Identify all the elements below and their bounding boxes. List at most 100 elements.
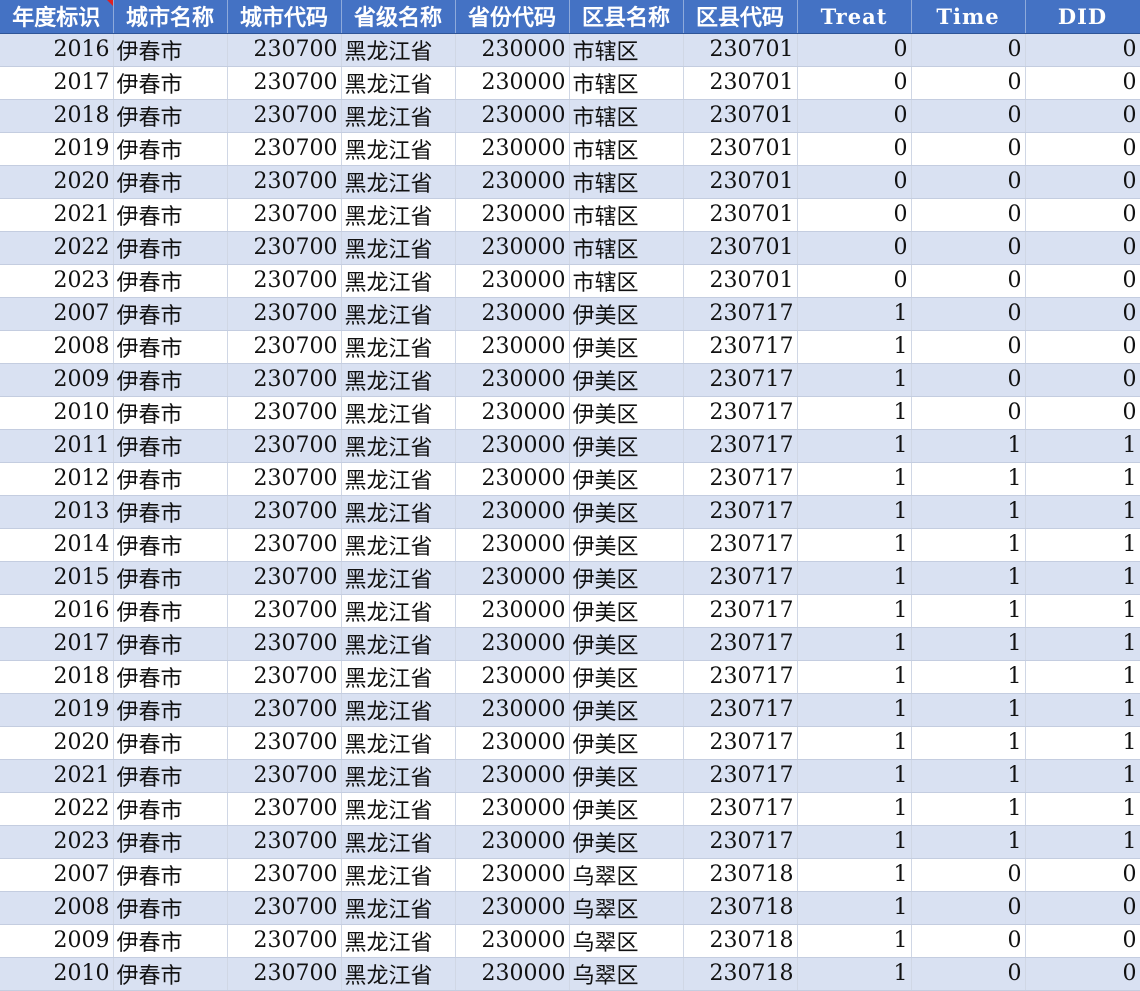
city-code-cell[interactable]: 230700 [227, 66, 342, 100]
treat-cell[interactable]: 0 [797, 165, 912, 199]
city-name-cell[interactable]: 伊春市 [113, 858, 228, 892]
district-code-cell[interactable]: 230718 [683, 924, 798, 958]
treat-cell[interactable]: 1 [797, 594, 912, 628]
did-cell[interactable]: 1 [1025, 693, 1140, 727]
city-code-cell[interactable]: 230700 [227, 198, 342, 232]
province-name-cell[interactable]: 黑龙江省 [341, 660, 456, 694]
year-cell[interactable]: 2023 [0, 264, 114, 298]
did-cell[interactable]: 0 [1025, 858, 1140, 892]
did-cell[interactable]: 0 [1025, 264, 1140, 298]
city-name-cell[interactable]: 伊春市 [113, 495, 228, 529]
district-name-cell[interactable]: 市辖区 [569, 264, 684, 298]
city-code-cell[interactable]: 230700 [227, 924, 342, 958]
province-name-cell[interactable]: 黑龙江省 [341, 462, 456, 496]
year-cell[interactable]: 2022 [0, 792, 114, 826]
year-cell[interactable]: 2021 [0, 198, 114, 232]
city-code-cell[interactable]: 230700 [227, 693, 342, 727]
city-code-cell[interactable]: 230700 [227, 594, 342, 628]
year-cell[interactable]: 2007 [0, 858, 114, 892]
province-name-cell[interactable]: 黑龙江省 [341, 726, 456, 760]
time-cell[interactable]: 1 [911, 594, 1026, 628]
did-cell[interactable]: 1 [1025, 660, 1140, 694]
city-name-cell[interactable]: 伊春市 [113, 429, 228, 463]
province-code-cell[interactable]: 230000 [455, 858, 570, 892]
city-name-cell[interactable]: 伊春市 [113, 693, 228, 727]
district-name-cell[interactable]: 伊美区 [569, 528, 684, 562]
city-code-cell[interactable]: 230700 [227, 396, 342, 430]
year-cell[interactable]: 2019 [0, 693, 114, 727]
district-code-cell[interactable]: 230701 [683, 66, 798, 100]
district-code-cell[interactable]: 230717 [683, 825, 798, 859]
province-code-cell[interactable]: 230000 [455, 924, 570, 958]
district-name-cell[interactable]: 乌翠区 [569, 924, 684, 958]
did-cell[interactable]: 1 [1025, 528, 1140, 562]
city-name-cell[interactable]: 伊春市 [113, 66, 228, 100]
header-cell-city-name[interactable]: 城市名称 [113, 0, 228, 34]
did-cell[interactable]: 0 [1025, 99, 1140, 133]
time-cell[interactable]: 1 [911, 462, 1026, 496]
district-name-cell[interactable]: 市辖区 [569, 33, 684, 67]
year-cell[interactable]: 2008 [0, 330, 114, 364]
treat-cell[interactable]: 1 [797, 495, 912, 529]
year-cell[interactable]: 2016 [0, 33, 114, 67]
city-code-cell[interactable]: 230700 [227, 33, 342, 67]
city-code-cell[interactable]: 230700 [227, 726, 342, 760]
province-code-cell[interactable]: 230000 [455, 792, 570, 826]
time-cell[interactable]: 0 [911, 924, 1026, 958]
province-name-cell[interactable]: 黑龙江省 [341, 264, 456, 298]
time-cell[interactable]: 0 [911, 264, 1026, 298]
province-code-cell[interactable]: 230000 [455, 33, 570, 67]
province-code-cell[interactable]: 230000 [455, 627, 570, 661]
did-cell[interactable]: 0 [1025, 33, 1140, 67]
city-name-cell[interactable]: 伊春市 [113, 99, 228, 133]
city-name-cell[interactable]: 伊春市 [113, 528, 228, 562]
district-code-cell[interactable]: 230717 [683, 363, 798, 397]
header-cell-time[interactable]: Time [911, 0, 1026, 34]
treat-cell[interactable]: 1 [797, 693, 912, 727]
time-cell[interactable]: 0 [911, 363, 1026, 397]
time-cell[interactable]: 0 [911, 231, 1026, 265]
treat-cell[interactable]: 1 [797, 858, 912, 892]
province-name-cell[interactable]: 黑龙江省 [341, 825, 456, 859]
time-cell[interactable]: 0 [911, 858, 1026, 892]
province-code-cell[interactable]: 230000 [455, 528, 570, 562]
did-cell[interactable]: 0 [1025, 363, 1140, 397]
district-name-cell[interactable]: 市辖区 [569, 99, 684, 133]
province-code-cell[interactable]: 230000 [455, 495, 570, 529]
district-code-cell[interactable]: 230717 [683, 561, 798, 595]
year-cell[interactable]: 2020 [0, 165, 114, 199]
district-name-cell[interactable]: 伊美区 [569, 825, 684, 859]
city-name-cell[interactable]: 伊春市 [113, 132, 228, 166]
province-name-cell[interactable]: 黑龙江省 [341, 792, 456, 826]
province-name-cell[interactable]: 黑龙江省 [341, 495, 456, 529]
city-name-cell[interactable]: 伊春市 [113, 396, 228, 430]
did-cell[interactable]: 1 [1025, 759, 1140, 793]
did-cell[interactable]: 1 [1025, 792, 1140, 826]
did-cell[interactable]: 1 [1025, 495, 1140, 529]
province-name-cell[interactable]: 黑龙江省 [341, 396, 456, 430]
time-cell[interactable]: 0 [911, 132, 1026, 166]
treat-cell[interactable]: 1 [797, 561, 912, 595]
district-code-cell[interactable]: 230701 [683, 165, 798, 199]
province-code-cell[interactable]: 230000 [455, 198, 570, 232]
time-cell[interactable]: 0 [911, 99, 1026, 133]
treat-cell[interactable]: 1 [797, 330, 912, 364]
district-name-cell[interactable]: 伊美区 [569, 396, 684, 430]
district-name-cell[interactable]: 伊美区 [569, 759, 684, 793]
province-name-cell[interactable]: 黑龙江省 [341, 33, 456, 67]
treat-cell[interactable]: 1 [797, 528, 912, 562]
city-code-cell[interactable]: 230700 [227, 495, 342, 529]
province-name-cell[interactable]: 黑龙江省 [341, 561, 456, 595]
province-code-cell[interactable]: 230000 [455, 363, 570, 397]
city-name-cell[interactable]: 伊春市 [113, 231, 228, 265]
year-cell[interactable]: 2018 [0, 99, 114, 133]
district-name-cell[interactable]: 伊美区 [569, 297, 684, 331]
year-cell[interactable]: 2015 [0, 561, 114, 595]
province-code-cell[interactable]: 230000 [455, 693, 570, 727]
time-cell[interactable]: 1 [911, 759, 1026, 793]
district-code-cell[interactable]: 230717 [683, 660, 798, 694]
time-cell[interactable]: 1 [911, 660, 1026, 694]
treat-cell[interactable]: 1 [797, 396, 912, 430]
time-cell[interactable]: 0 [911, 396, 1026, 430]
province-code-cell[interactable]: 230000 [455, 726, 570, 760]
